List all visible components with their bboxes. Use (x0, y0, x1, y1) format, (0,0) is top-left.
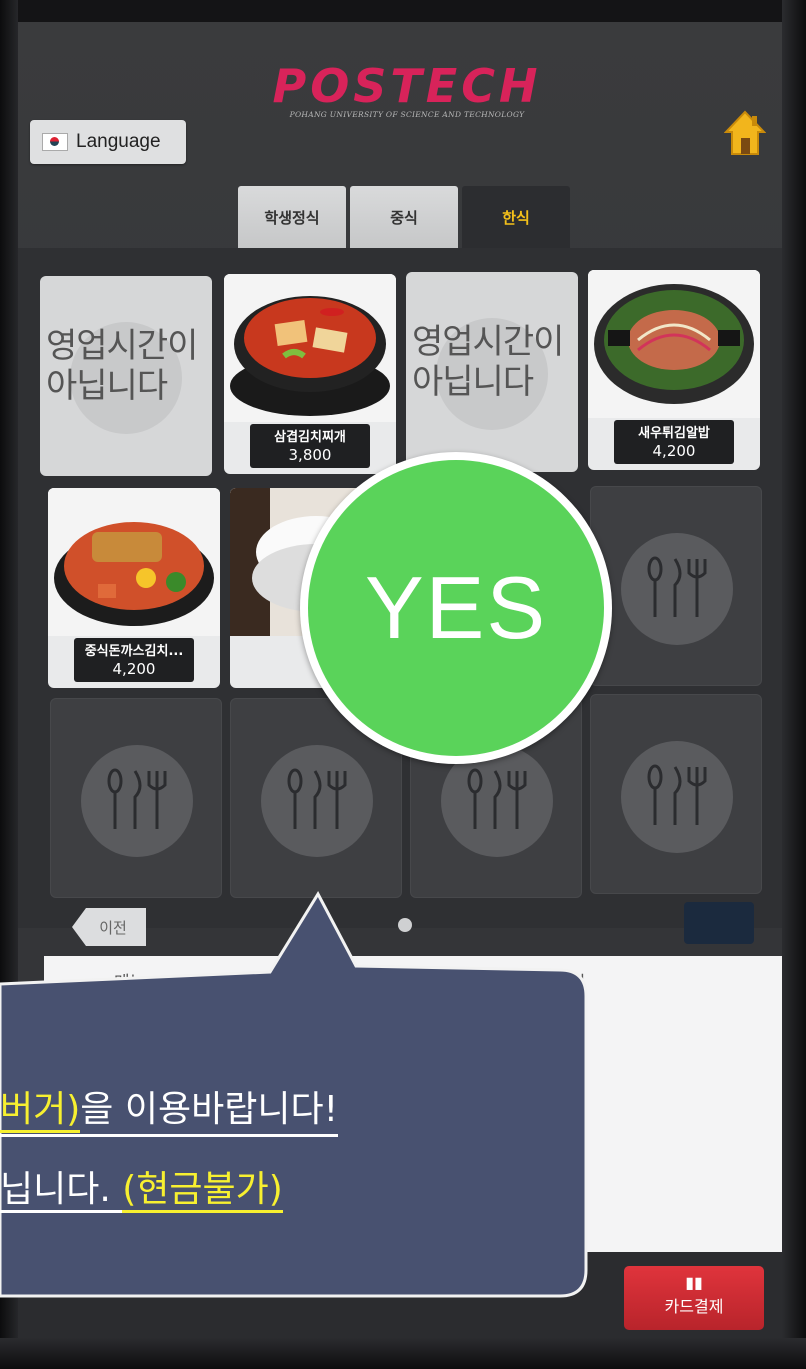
menu-item-label: 새우튀김알밥 4,200 (614, 420, 734, 464)
tab-chinese[interactable]: 중식 (350, 186, 458, 248)
closed-notice: 영업시간이 아닙니다 (412, 322, 564, 402)
closed-notice: 영업시간이 아닙니다 (46, 326, 198, 406)
bubble-highlight-no-cash: (현금불가) (122, 1169, 283, 1213)
utensils-icon (621, 741, 733, 853)
yes-badge: YES (300, 452, 612, 764)
bubble-line-2: 닙니다. (현금불가) (0, 1160, 283, 1214)
postech-logo: POSTECH POHANG UNIVERSITY OF SCIENCE AND… (242, 62, 572, 119)
bubble-line-1: 버거)을 이용바랍니다! (0, 1080, 339, 1137)
utensils-icon (81, 745, 193, 857)
menu-item-label: 중식돈까스김치... 4,200 (74, 638, 194, 682)
menu-tile-empty (50, 698, 222, 898)
bubble-text: 을 이용바랍니다! (80, 1089, 339, 1130)
menu-item-name: 중식돈까스김치... (84, 644, 184, 659)
pork-cutlet-image (48, 488, 220, 636)
kiosk-bezel-bottom (0, 1338, 806, 1369)
menu-item-price: 4,200 (652, 442, 696, 460)
menu-tile-shrimp-rice[interactable]: 새우튀김알밥 4,200 (588, 270, 760, 470)
menu-tile-empty (590, 486, 762, 686)
category-tabs: 학생정식 중식 한식 (238, 186, 574, 248)
kiosk-bezel-top (0, 0, 806, 22)
language-button[interactable]: Language (30, 120, 186, 164)
menu-tile-empty (590, 694, 762, 894)
menu-item-name: 새우튀김알밥 (638, 426, 710, 441)
shrimp-rice-image (588, 270, 760, 418)
menu-item-price: 3,800 (288, 446, 332, 464)
menu-tile-closed-2[interactable]: 영업시간이 아닙니다 (406, 272, 578, 472)
menu-item-price: 4,200 (112, 660, 156, 678)
tab-student-meal[interactable]: 학생정식 (238, 186, 346, 248)
menu-tile-kimchi-stew[interactable]: 삼겹김치찌개 3,800 (224, 274, 396, 474)
yes-text: YES (308, 460, 604, 756)
korea-flag-icon (42, 133, 68, 151)
logo-subtitle: POHANG UNIVERSITY OF SCIENCE AND TECHNOL… (289, 110, 525, 119)
bubble-text: 닙니다. (0, 1169, 123, 1213)
menu-item-label: 삼겹김치찌개 3,800 (250, 424, 370, 468)
language-button-label: Language (76, 131, 161, 152)
menu-tile-pork-cutlet[interactable]: 중식돈까스김치... 4,200 (48, 488, 220, 688)
menu-tile-closed-1[interactable]: 영업시간이 아닙니다 (40, 276, 212, 476)
kimchi-stew-image (224, 274, 396, 422)
logo-title: POSTECH (272, 59, 542, 113)
utensils-icon (261, 745, 373, 857)
bubble-highlight-burger: 버거) (0, 1089, 81, 1133)
utensils-icon (621, 533, 733, 645)
tab-korean[interactable]: 한식 (462, 186, 570, 248)
menu-item-name: 삼겹김치찌개 (274, 430, 346, 445)
home-icon[interactable] (724, 110, 766, 156)
